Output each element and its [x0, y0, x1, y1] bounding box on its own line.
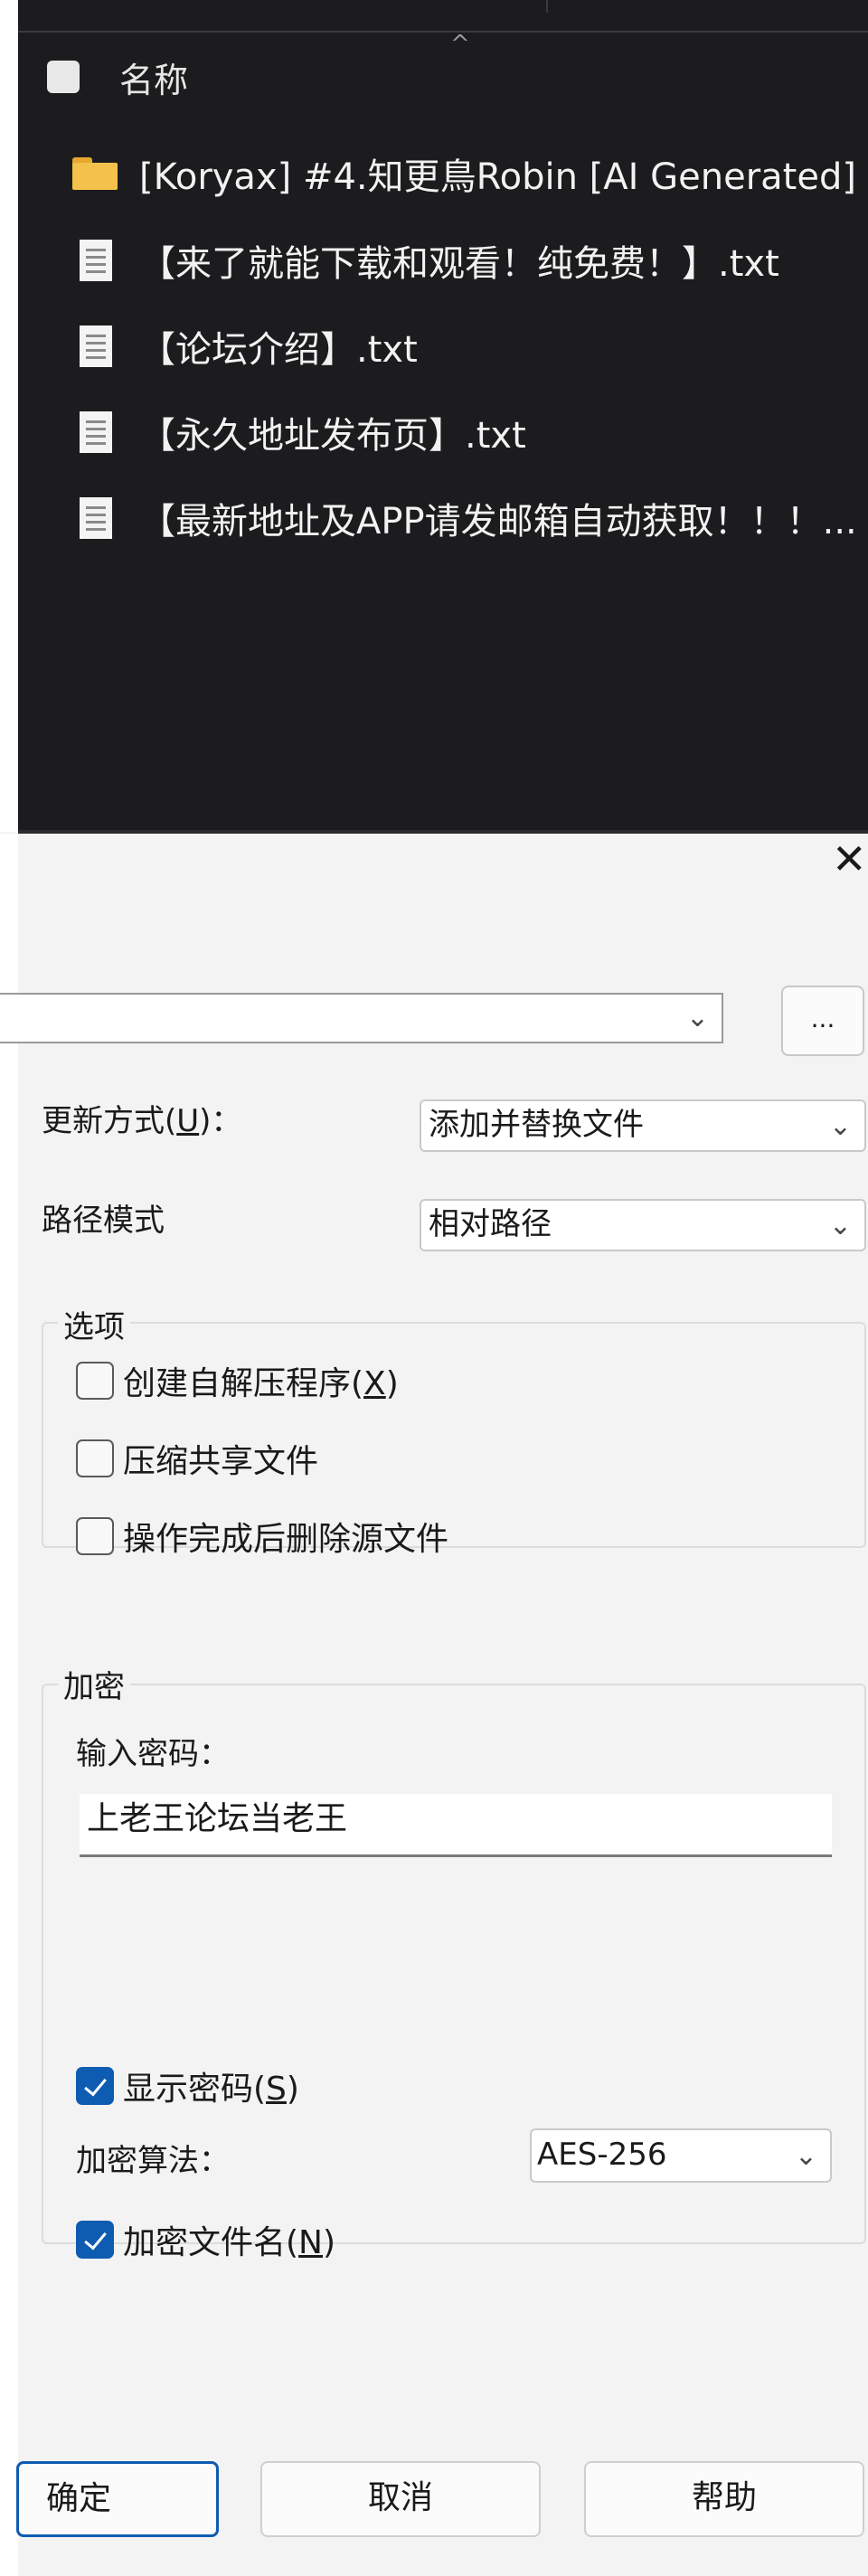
password-input[interactable]: 上老王论坛当老王 [80, 1794, 832, 1857]
encryption-algorithm-select[interactable]: AES-256 ⌄ [530, 2128, 832, 2183]
chevron-down-icon[interactable]: ⌄ [829, 1103, 852, 1150]
help-button[interactable]: 帮助 [584, 2461, 864, 2537]
text-file-icon [80, 411, 112, 453]
list-item[interactable]: 【论坛介绍】.txt [72, 319, 418, 373]
password-label: 输入密码： [76, 1736, 230, 1772]
show-password-checkbox[interactable] [76, 2067, 114, 2105]
show-password-option[interactable]: 显示密码(S) [76, 2063, 299, 2109]
chevron-down-icon[interactable]: ⌄ [829, 1203, 852, 1250]
list-item[interactable]: [Koryax] #4.知更鳥Robin [AI Generated] [72, 146, 856, 201]
file-name: 【论坛介绍】.txt [139, 329, 418, 371]
text-file-icon [80, 326, 112, 367]
delete-source-checkbox[interactable] [76, 1517, 114, 1555]
sort-ascending-icon[interactable]: ^ [450, 33, 470, 56]
folder-icon [72, 157, 118, 190]
column-divider[interactable] [546, 0, 548, 13]
show-password-label: 显示密码(S) [123, 2071, 299, 2108]
encryption-group-title: 加密 [58, 1662, 130, 1706]
list-item[interactable]: 【永久地址发布页】.txt [72, 405, 526, 459]
list-item[interactable]: 【来了就能下载和观看！纯免费！】.txt [72, 233, 779, 288]
left-margin [0, 0, 18, 832]
compress-shared-checkbox[interactable] [76, 1439, 114, 1477]
encryption-algorithm-value: AES-256 [537, 2137, 667, 2173]
list-item[interactable]: 【最新地址及APP请发邮箱自动获取！！！... [72, 491, 857, 545]
delete-source-option[interactable]: 操作完成后删除源文件 [76, 1514, 448, 1559]
browse-button[interactable]: ... [781, 986, 864, 1056]
name-column-label: 名称 [119, 60, 189, 100]
create-sfx-label: 创建自解压程序(X) [123, 1365, 399, 1402]
compress-shared-option[interactable]: 压缩共享文件 [76, 1436, 318, 1481]
left-margin [0, 834, 18, 2576]
update-mode-select[interactable]: 添加并替换文件 ⌄ [420, 1099, 866, 1152]
encrypt-filenames-checkbox[interactable] [76, 2221, 114, 2259]
archive-settings-dialog: ✕ ⌄ ... 更新方式(U)： 添加并替换文件 ⌄ 路径模式 相对路径 ⌄ 选… [0, 834, 868, 2576]
file-name: [Koryax] #4.知更鳥Robin [AI Generated] [139, 156, 856, 198]
path-mode-select[interactable]: 相对路径 ⌄ [420, 1199, 866, 1251]
update-mode-label: 更新方式(U)： [42, 1103, 242, 1139]
cancel-button[interactable]: 取消 [260, 2461, 541, 2537]
encrypt-filenames-option[interactable]: 加密文件名(N) [76, 2217, 335, 2262]
encryption-algorithm-label: 加密算法： [76, 2143, 230, 2179]
create-sfx-checkbox[interactable] [76, 1362, 114, 1400]
options-group-title: 选项 [58, 1302, 130, 1346]
compress-shared-label: 压缩共享文件 [123, 1443, 319, 1480]
file-name: 【最新地址及APP请发邮箱自动获取！！！... [139, 501, 857, 543]
file-name: 【来了就能下载和观看！纯免费！】.txt [139, 243, 779, 285]
chevron-down-icon[interactable]: ⌄ [795, 2132, 817, 2181]
path-mode-label: 路径模式 [42, 1203, 165, 1239]
path-mode-value: 相对路径 [429, 1206, 552, 1242]
ok-button[interactable]: 确定 [16, 2461, 219, 2537]
name-column-header[interactable]: 名称 [47, 54, 189, 100]
create-sfx-option[interactable]: 创建自解压程序(X) [76, 1358, 399, 1403]
chevron-down-icon[interactable]: ⌄ [686, 1002, 709, 1033]
close-icon[interactable]: ✕ [832, 838, 868, 880]
select-all-checkbox[interactable] [47, 61, 80, 93]
update-mode-value: 添加并替换文件 [429, 1107, 644, 1143]
column-header-bar [18, 0, 868, 33]
encrypt-filenames-label: 加密文件名(N) [123, 2224, 336, 2261]
delete-source-label: 操作完成后删除源文件 [123, 1521, 449, 1558]
archive-path-combobox[interactable]: ⌄ [0, 993, 723, 1043]
file-name: 【永久地址发布页】.txt [139, 415, 526, 457]
text-file-icon [80, 240, 112, 281]
text-file-icon [80, 497, 112, 539]
